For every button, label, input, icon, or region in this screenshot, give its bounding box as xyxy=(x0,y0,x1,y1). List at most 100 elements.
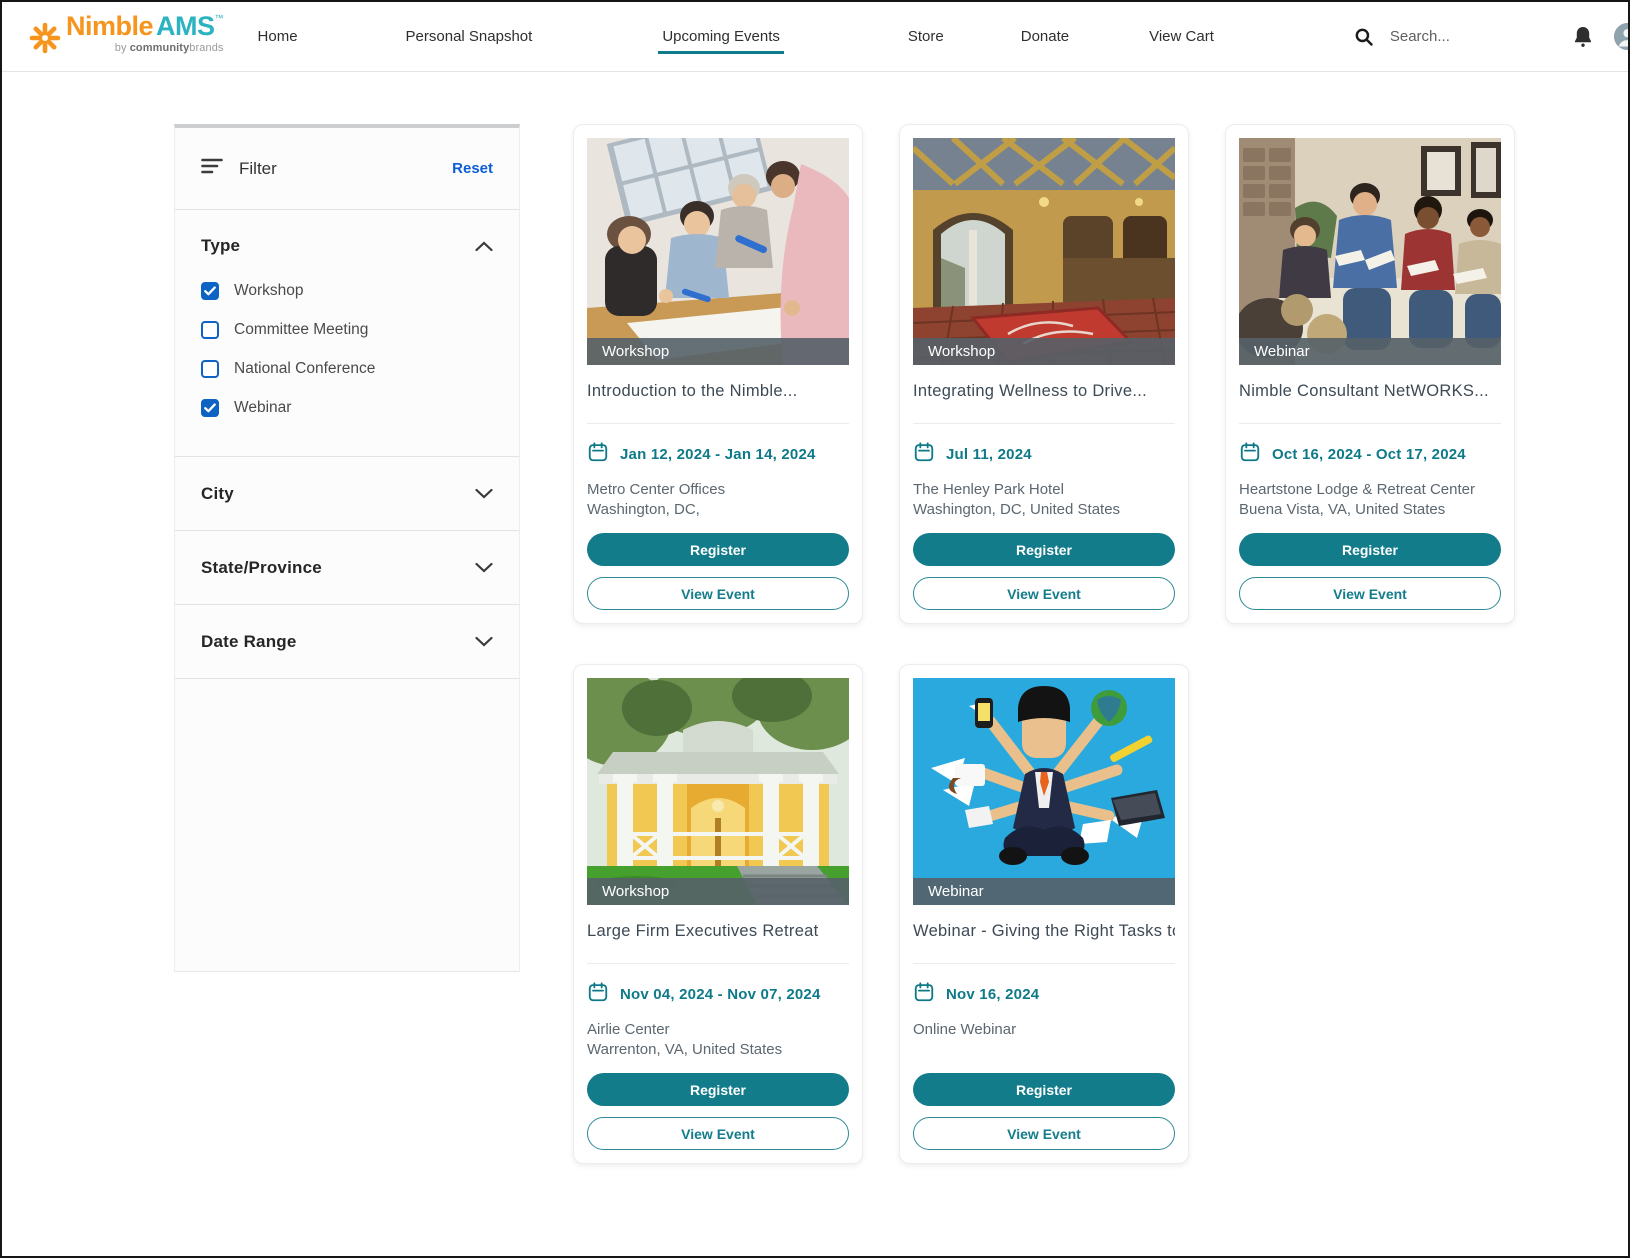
divider xyxy=(913,423,1175,424)
option-label: National Conference xyxy=(234,360,375,378)
filter-sidebar: Filter Reset Type Workshop xyxy=(174,124,520,972)
nav-item-view-cart[interactable]: View Cart xyxy=(1149,2,1214,71)
event-date: Nov 04, 2024 - Nov 07, 2024 xyxy=(620,986,821,1003)
nav-item-upcoming-events[interactable]: Upcoming Events xyxy=(662,2,780,71)
divider xyxy=(587,963,849,964)
search-input[interactable] xyxy=(1388,27,1572,46)
city-section-toggle[interactable]: City xyxy=(201,484,493,504)
view-event-button[interactable]: View Event xyxy=(587,577,849,610)
register-button[interactable]: Register xyxy=(587,533,849,566)
brand-ams: AMS xyxy=(156,13,215,40)
header-right-icons xyxy=(1572,23,1630,50)
user-avatar[interactable] xyxy=(1614,23,1630,50)
filter-option-workshop[interactable]: Workshop xyxy=(201,278,493,304)
date-range-section-label: Date Range xyxy=(201,632,297,652)
register-button[interactable]: Register xyxy=(913,1073,1175,1106)
location-line2: Warrenton, VA, United States xyxy=(587,1040,849,1060)
event-location: Heartstone Lodge & Retreat Center Buena … xyxy=(1239,480,1501,533)
logo-text: Nimble AMS ™ by communitybrands xyxy=(66,13,224,54)
type-section-toggle[interactable]: Type xyxy=(201,236,493,256)
nimble-ams-logo[interactable]: Nimble AMS ™ by communitybrands xyxy=(28,13,224,60)
register-button[interactable]: Register xyxy=(913,533,1175,566)
event-date-row: Jul 11, 2024 xyxy=(913,441,1175,468)
divider xyxy=(913,963,1175,964)
checkbox-committee-meeting[interactable] xyxy=(201,321,219,339)
view-event-button[interactable]: View Event xyxy=(1239,577,1501,610)
register-button[interactable]: Register xyxy=(1239,533,1501,566)
event-image-hotel-lobby: Workshop xyxy=(913,138,1175,365)
event-type-badge: Webinar xyxy=(913,878,1175,905)
calendar-icon xyxy=(913,441,935,468)
filter-icon xyxy=(201,157,223,180)
register-button[interactable]: Register xyxy=(587,1073,849,1106)
chevron-down-icon xyxy=(475,636,493,647)
event-card-webinar-right-tasks: Webinar Webinar - Giving the Right Tasks… xyxy=(899,664,1189,1164)
brand-nimble: Nimble xyxy=(66,13,153,40)
city-section-label: City xyxy=(201,484,234,504)
chevron-down-icon xyxy=(475,562,493,573)
event-date: Jul 11, 2024 xyxy=(946,446,1032,463)
date-range-section-toggle[interactable]: Date Range xyxy=(201,632,493,652)
view-event-button[interactable]: View Event xyxy=(913,577,1175,610)
filter-header: Filter Reset xyxy=(175,128,519,210)
event-date-row: Nov 16, 2024 xyxy=(913,981,1175,1008)
event-type-badge: Webinar xyxy=(1239,338,1501,365)
event-image-multitasking-cartoon: Webinar xyxy=(913,678,1175,905)
checkbox-workshop[interactable] xyxy=(201,282,219,300)
event-date: Jan 12, 2024 - Jan 14, 2024 xyxy=(620,446,816,463)
location-line2: Washington, DC, xyxy=(587,500,849,520)
filter-option-committee-meeting[interactable]: Committee Meeting xyxy=(201,317,493,343)
state-section-toggle[interactable]: State/Province xyxy=(201,558,493,578)
event-date-row: Nov 04, 2024 - Nov 07, 2024 xyxy=(587,981,849,1008)
notifications-bell-icon[interactable] xyxy=(1572,25,1594,49)
option-label: Workshop xyxy=(234,282,304,300)
filter-section-type: Type Workshop Committee Meeting xyxy=(175,210,519,457)
filter-title: Filter xyxy=(239,159,277,179)
option-label: Committee Meeting xyxy=(234,321,368,339)
reset-filters-link[interactable]: Reset xyxy=(452,160,493,177)
top-navigation-bar: Nimble AMS ™ by communitybrands Home Per… xyxy=(2,2,1628,72)
calendar-icon xyxy=(913,981,935,1008)
event-card-integrating-wellness: Workshop Integrating Wellness to Drive..… xyxy=(899,124,1189,624)
event-cards-grid: Workshop Introduction to the Nimble... J… xyxy=(573,124,1515,1164)
event-image-group-discussion: Webinar xyxy=(1239,138,1501,365)
event-location: Metro Center Offices Washington, DC, xyxy=(587,480,849,533)
search-icon xyxy=(1354,27,1374,47)
event-title: Integrating Wellness to Drive... xyxy=(913,382,1175,406)
location-line1: Online Webinar xyxy=(913,1020,1175,1040)
filter-option-webinar[interactable]: Webinar xyxy=(201,395,493,421)
nav-item-donate[interactable]: Donate xyxy=(1021,2,1069,71)
view-event-button[interactable]: View Event xyxy=(587,1117,849,1150)
event-title: Nimble Consultant NetWORKS... xyxy=(1239,382,1501,406)
event-type-badge: Workshop xyxy=(587,338,849,365)
location-line1: Airlie Center xyxy=(587,1020,849,1040)
event-date-row: Oct 16, 2024 - Oct 17, 2024 xyxy=(1239,441,1501,468)
logo-tagline: by communitybrands xyxy=(115,42,224,54)
event-image-retreat-pavilion: Workshop xyxy=(587,678,849,905)
event-date-row: Jan 12, 2024 - Jan 14, 2024 xyxy=(587,441,849,468)
divider xyxy=(587,423,849,424)
event-date: Oct 16, 2024 - Oct 17, 2024 xyxy=(1272,446,1466,463)
checkbox-webinar[interactable] xyxy=(201,399,219,417)
filter-section-date-range: Date Range xyxy=(175,605,519,679)
location-line2: Washington, DC, United States xyxy=(913,500,1175,520)
global-search xyxy=(1354,27,1572,47)
filter-section-city: City xyxy=(175,457,519,531)
event-title: Large Firm Executives Retreat xyxy=(587,922,849,946)
event-date: Nov 16, 2024 xyxy=(946,986,1039,1003)
nav-item-personal-snapshot[interactable]: Personal Snapshot xyxy=(406,2,533,71)
calendar-icon xyxy=(587,441,609,468)
nav-item-home[interactable]: Home xyxy=(258,2,298,71)
location-line1: Heartstone Lodge & Retreat Center xyxy=(1239,480,1501,500)
option-label: Webinar xyxy=(234,399,291,417)
view-event-button[interactable]: View Event xyxy=(913,1117,1175,1150)
state-section-label: State/Province xyxy=(201,558,322,578)
event-location: Airlie Center Warrenton, VA, United Stat… xyxy=(587,1020,849,1073)
nav-item-store[interactable]: Store xyxy=(908,2,944,71)
checkbox-national-conference[interactable] xyxy=(201,360,219,378)
upcoming-events-page: Nimble AMS ™ by communitybrands Home Per… xyxy=(0,0,1630,1258)
filter-option-national-conference[interactable]: National Conference xyxy=(201,356,493,382)
event-card-large-firm-executives-retreat: Workshop Large Firm Executives Retreat N… xyxy=(573,664,863,1164)
calendar-icon xyxy=(587,981,609,1008)
nimble-asterisk-icon xyxy=(28,21,62,60)
